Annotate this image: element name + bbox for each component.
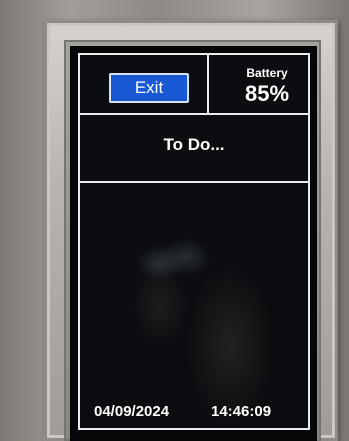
title-area: To Do... bbox=[80, 115, 308, 183]
time-display: 14:46:09 bbox=[211, 403, 272, 420]
touch-screen: Exit Battery 85% To Do... 04/09/2024 14:… bbox=[78, 53, 310, 430]
date-display: 04/09/2024 bbox=[94, 403, 170, 420]
page-title: To Do... bbox=[163, 135, 225, 154]
header-divider bbox=[207, 55, 209, 115]
status-footer: 04/09/2024 14:46:09 bbox=[80, 398, 308, 426]
battery-value: 85% bbox=[244, 81, 290, 106]
header-bar: Exit Battery 85% bbox=[80, 55, 308, 115]
battery-label: Battery bbox=[246, 66, 288, 80]
exit-button[interactable]: Exit bbox=[109, 73, 189, 103]
